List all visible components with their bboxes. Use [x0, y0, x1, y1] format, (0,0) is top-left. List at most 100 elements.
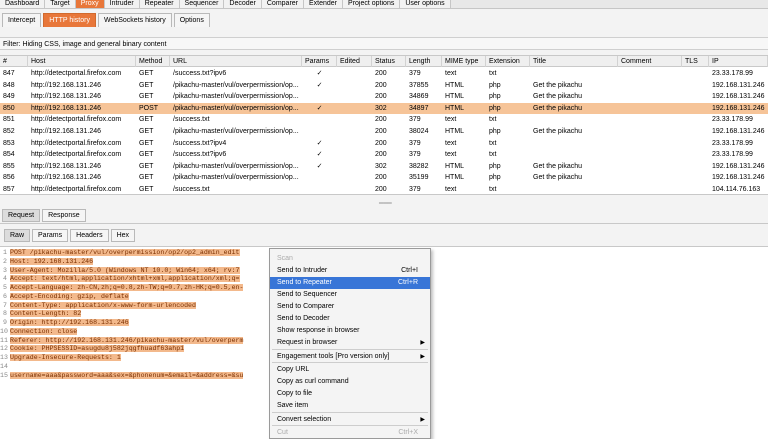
cell-status: 200 [375, 139, 387, 147]
cell-edited [337, 103, 372, 114]
col-header-edited[interactable]: Edited [337, 56, 372, 67]
col-header-ip[interactable]: IP [709, 56, 768, 67]
line-text: Origin: http://192.168.131.246 [10, 319, 129, 326]
menu-item-label: Send to Sequencer [277, 291, 337, 298]
menu-item-send-to-comparer[interactable]: Send to Comparer [270, 301, 430, 313]
cell-ext: txt [489, 116, 497, 124]
menu-item-save-item[interactable]: Save item [270, 400, 430, 412]
request-line: 5 Accept-Language: zh-CN,zh;q=0.8,zh-TW;q… [0, 284, 244, 293]
table-row[interactable]: 850 http://192.168.131.246 POST/pikachu-ma… [0, 102, 768, 114]
tab-extender[interactable]: Extender [304, 0, 344, 8]
request-line: 8 Content-Length: 82 [0, 310, 82, 319]
tab-decoder[interactable]: Decoder [224, 0, 262, 8]
tab-response[interactable]: Response [42, 209, 86, 222]
cell-edited [337, 91, 372, 102]
col-header-status[interactable]: Status [372, 56, 406, 67]
tab-proxy[interactable]: Proxy [75, 0, 105, 8]
col-header-length[interactable]: Length [406, 56, 442, 67]
table-row[interactable]: 853 http://detectportal.firefox.com GET/su… [0, 138, 768, 149]
tab-project-options[interactable]: Project options [343, 0, 401, 8]
col-header-params[interactable]: Params [302, 56, 337, 67]
cell-num: 857 [3, 186, 15, 193]
col-header-extension[interactable]: Extension [486, 56, 530, 67]
tab-comparer[interactable]: Comparer [261, 0, 304, 8]
menu-item-scan[interactable]: Scan [270, 253, 430, 265]
cell-num: 848 [3, 81, 15, 89]
cell-edited [337, 172, 372, 183]
menu-item-copy-to-file[interactable]: Copy to file [270, 388, 430, 400]
tab-proxy-options[interactable]: Options [173, 13, 210, 27]
tab-headers[interactable]: Headers [70, 229, 109, 242]
cell-length: 35199 [409, 174, 429, 182]
split-grip-icon[interactable]: ═══ [379, 201, 392, 207]
table-row[interactable]: 852 http://192.168.131.246 GET/pikachu-mas… [0, 126, 768, 137]
tab-target[interactable]: Target [45, 0, 76, 8]
col-header-host[interactable]: Host [28, 56, 136, 67]
line-text: Referer: http://192.168.131.246/pikachu-… [10, 336, 244, 344]
tab-http-history[interactable]: HTTP history [43, 13, 96, 27]
request-line: 12 Cookie: PHPSESSID=asugdu8j582jqgfhuadf… [0, 345, 185, 354]
menu-item-show-response-in-browser[interactable]: Show response in browser [270, 325, 430, 337]
tab-sequencer[interactable]: Sequencer [179, 0, 225, 8]
menu-item-send-to-repeater[interactable]: Send to Repeater Ctrl+R [270, 277, 430, 289]
menu-item-send-to-intruder[interactable]: Send to Intruder Ctrl+I [270, 265, 430, 277]
cell-mime: HTML [445, 128, 465, 135]
cell-edited [337, 161, 372, 172]
col-header-tls[interactable]: TLS [682, 56, 709, 67]
table-row[interactable]: 857 http://detectportal.firefox.com GET/su… [0, 184, 768, 194]
menu-separator [272, 425, 428, 426]
table-row[interactable]: 851 http://detectportal.firefox.com GET/su… [0, 114, 768, 125]
tab-intercept[interactable]: Intercept [2, 13, 42, 27]
cell-url: /pikachu-master/vul/overpermission/op... [173, 128, 299, 135]
request-line: 6 Accept-Encoding: gzip, deflate [0, 292, 129, 302]
tab-hex[interactable]: Hex [110, 229, 136, 242]
cell-ip: 23.33.178.99 [712, 139, 753, 147]
request-line: 14 [0, 363, 10, 372]
table-header: # Host Method URL Params Edited Status L… [0, 56, 768, 67]
menu-item-copy-as-curl-command[interactable]: Copy as curl command [270, 376, 430, 388]
col-header-comment[interactable]: Comment [618, 56, 682, 67]
cell-url: /success.txt [173, 186, 210, 193]
table-row[interactable]: 856 http://192.168.131.246 GET/pikachu-mas… [0, 172, 768, 183]
menu-item-send-to-sequencer[interactable]: Send to Sequencer [270, 289, 430, 301]
cell-edited [337, 126, 372, 137]
cell-length: 379 [409, 70, 421, 77]
cell-edited [337, 80, 372, 91]
tab-websockets-history[interactable]: WebSockets history [97, 13, 172, 27]
request-line: 2 Host: 192.168.131.246 [0, 257, 94, 267]
tab-dashboard[interactable]: Dashboard [0, 0, 46, 8]
col-header-url[interactable]: URL [170, 56, 302, 67]
col-header-mime[interactable]: MIME type [442, 56, 486, 67]
cell-comment [618, 91, 682, 102]
col-header-num[interactable]: # [0, 56, 28, 67]
menu-item-send-to-decoder[interactable]: Send to Decoder [270, 313, 430, 325]
table-row[interactable]: 849 http://192.168.131.246 GET/pikachu-mas… [0, 91, 768, 102]
col-header-method[interactable]: Method [136, 56, 170, 67]
tab-params[interactable]: Params [32, 229, 69, 242]
cell-ext: php [489, 174, 501, 182]
table-row[interactable]: 854 http://detectportal.firefox.com GET/su… [0, 149, 768, 160]
line-text: Accept-Encoding: gzip, deflate [10, 292, 129, 300]
filter-bar[interactable]: Filter: Hiding CSS, image and general bi… [0, 37, 768, 50]
tab-repeater[interactable]: Repeater [139, 0, 180, 8]
line-number: 4 [3, 275, 7, 283]
cell-edited [337, 68, 372, 79]
menu-item-label: Send to Decoder [277, 315, 330, 322]
tab-request[interactable]: Request [2, 209, 41, 222]
table-row[interactable]: 848 http://192.168.131.246 GET/pikachu-mas… [0, 80, 768, 91]
cell-mime: text [445, 151, 457, 159]
table-row[interactable]: 855 http://192.168.131.246 GET/pikachu-mas… [0, 161, 768, 172]
menu-item-copy-url[interactable]: Copy URL [270, 364, 430, 376]
cell-tls [682, 126, 709, 137]
tab-intruder[interactable]: Intruder [104, 0, 140, 8]
table-row[interactable]: 847 http://detectportal.firefox.com GET/su… [0, 68, 768, 79]
menu-item-label: Copy to file [277, 390, 313, 397]
menu-item-label: Convert selection [277, 416, 332, 423]
history-table: # Host Method URL Params Edited Status L… [0, 55, 768, 195]
cell-tls [682, 103, 709, 114]
tab-user-options[interactable]: User options [400, 0, 451, 8]
menu-item-cut[interactable]: Cut Ctrl+X [270, 427, 430, 439]
col-header-title[interactable]: Title [530, 56, 618, 67]
menu-item-request-in-browser[interactable]: Request in browser ▶ [270, 337, 430, 349]
tab-raw[interactable]: Raw [4, 229, 31, 242]
